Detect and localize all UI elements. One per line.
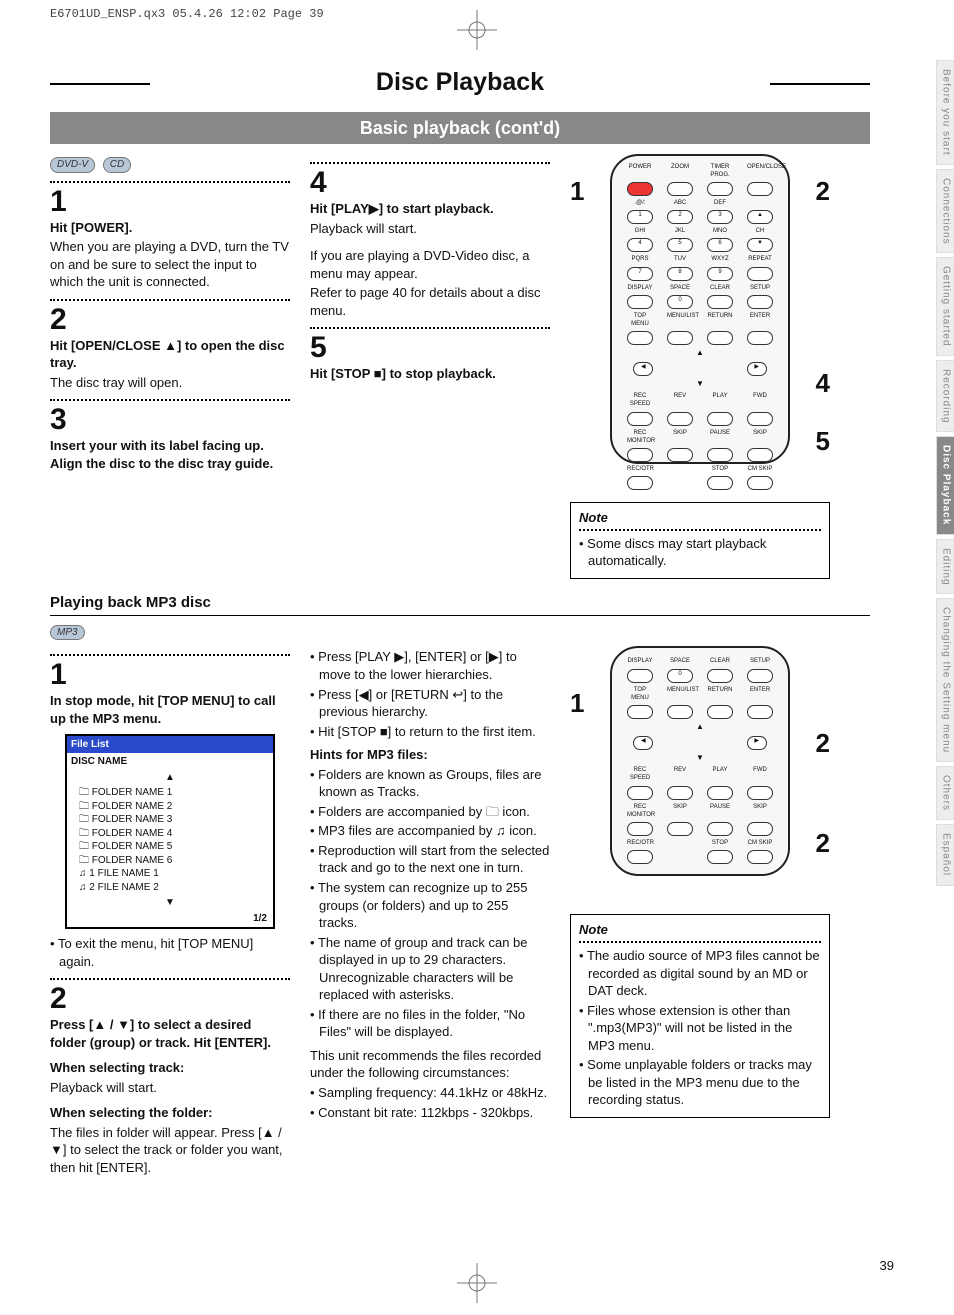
hint-item: Hit [STOP ■] to return to the first item…	[310, 723, 550, 741]
hint-item: If there are no files in the folder, "No…	[310, 1006, 550, 1041]
note-2-item: Some unplayable folders or tracks may be…	[579, 1056, 821, 1109]
step-4-head: Hit [PLAY▶] to start playback.	[310, 200, 550, 218]
step-4-p3: Refer to page 40 for details about a dis…	[310, 284, 550, 319]
hint-item: The name of group and track can be displ…	[310, 934, 550, 1004]
folder-head: When selecting the folder:	[50, 1104, 290, 1122]
column-2: 4 Hit [PLAY▶] to start playback. Playbac…	[310, 154, 550, 579]
step-5-num: 5	[310, 333, 550, 363]
note-2: Note The audio source of MP3 files canno…	[570, 914, 830, 1117]
crop-mark-top	[457, 10, 497, 50]
step-1-num: 1	[50, 187, 290, 217]
hint-item: Press [PLAY ▶], [ENTER] or [▶] to move t…	[310, 648, 550, 683]
mp3-step-1-num: 1	[50, 660, 290, 690]
tab-getting-started: Getting started	[936, 257, 954, 356]
callout-5: 5	[816, 424, 830, 459]
hint-item: Folders are accompanied by 🗀 icon.	[310, 803, 550, 821]
rec-item: Sampling frequency: 44.1kHz or 48kHz.	[310, 1084, 550, 1102]
mp3-step-2-num: 2	[50, 984, 290, 1014]
note-2-item: Files whose extension is other than ".mp…	[579, 1002, 821, 1055]
track-head: When selecting track:	[50, 1059, 290, 1077]
tab-recording: Recording	[936, 360, 954, 433]
mp3-col-2: Press [PLAY ▶], [ENTER] or [▶] to move t…	[310, 646, 550, 1176]
step-2-body: The disc tray will open.	[50, 374, 290, 392]
column-1: DVD-V CD 1 Hit [POWER]. When you are pla…	[50, 154, 290, 579]
note-2-label: Note	[579, 921, 821, 939]
hint-item: Folders are known as Groups, files are k…	[310, 766, 550, 801]
cd-badge: CD	[103, 157, 131, 173]
note-1-label: Note	[579, 509, 821, 527]
hint-item: Press [◀] or [RETURN ↩] to the previous …	[310, 686, 550, 721]
callout2-2a: 2	[816, 726, 830, 761]
mp3-col-1: 1 In stop mode, hit [TOP MENU] to call u…	[50, 646, 290, 1176]
tab-before-you-start: Before you start	[936, 60, 954, 165]
step-2-head: Hit [OPEN/CLOSE ▲] to open the disc tray…	[50, 337, 290, 372]
crop-mark-bottom	[457, 1263, 497, 1303]
tab-others: Others	[936, 766, 954, 820]
folder-row: 🗀 FOLDER NAME 3	[79, 813, 261, 827]
callout-4: 4	[816, 366, 830, 401]
file-list: File List DISC NAME ▲ 🗀 FOLDER NAME 1 🗀 …	[65, 734, 275, 930]
step-1-head: Hit [POWER].	[50, 219, 290, 237]
section-header: Basic playback (cont'd)	[50, 112, 870, 144]
rec-intro: This unit recommends the files recorded …	[310, 1047, 550, 1082]
callout2-2b: 2	[816, 826, 830, 861]
tab-espanol: Español	[936, 824, 954, 885]
step-3-head: Insert your with its label facing up. Al…	[50, 437, 290, 472]
callout-1: 1	[570, 174, 584, 209]
note-2-item: The audio source of MP3 files cannot be …	[579, 947, 821, 1000]
remote-diagram-2: 1 2 2 DISPLAYSPACECLEARSETUP 0 TOP MENUM…	[570, 646, 830, 906]
folder-row: 🗀 FOLDER NAME 4	[79, 827, 261, 841]
rec-item: Constant bit rate: 112kbps - 320kbps.	[310, 1104, 550, 1122]
step-4-p1: Playback will start.	[310, 220, 550, 238]
folder-row: 🗀 FOLDER NAME 2	[79, 800, 261, 814]
step-1-body: When you are playing a DVD, turn the TV …	[50, 238, 290, 291]
folder-body: The files in folder will appear. Press […	[50, 1124, 290, 1177]
step-2-num: 2	[50, 305, 290, 335]
tab-editing: Editing	[936, 539, 954, 595]
mp3-step-2-head: Press [▲ / ▼] to select a desired folder…	[50, 1016, 290, 1051]
callout-2: 2	[816, 174, 830, 209]
step-4-num: 4	[310, 168, 550, 198]
mp3-subhead: Playing back MP3 disc	[50, 593, 870, 616]
exit-menu-note: To exit the menu, hit [TOP MENU] again.	[50, 935, 290, 970]
hint-item: MP3 files are accompanied by ♫ icon.	[310, 822, 550, 840]
page-title: Disc Playback	[50, 60, 870, 106]
step-5-head: Hit [STOP ■] to stop playback.	[310, 365, 550, 383]
file-list-title: File List	[67, 736, 273, 754]
mp3-col-3: 1 2 2 DISPLAYSPACECLEARSETUP 0 TOP MENUM…	[570, 646, 830, 1176]
column-3: 1 2 4 5 POWERZOOMTIMER PROG.OPEN/CLOSE .…	[570, 154, 830, 579]
hints-head: Hints for MP3 files:	[310, 746, 550, 764]
file-row: ♫ 1 FILE NAME 1	[79, 867, 261, 881]
file-list-disc: DISC NAME	[67, 753, 273, 771]
callout2-1: 1	[570, 686, 584, 721]
remote-diagram: 1 2 4 5 POWERZOOMTIMER PROG.OPEN/CLOSE .…	[570, 154, 830, 494]
side-tabs: Before you start Connections Getting sta…	[936, 60, 954, 890]
step-3-num: 3	[50, 405, 290, 435]
track-body: Playback will start.	[50, 1079, 290, 1097]
step-4-p2: If you are playing a DVD-Video disc, a m…	[310, 247, 550, 282]
tab-disc-playback: Disc Playback	[936, 436, 954, 534]
folder-row: 🗀 FOLDER NAME 5	[79, 840, 261, 854]
page-number: 39	[880, 1257, 894, 1275]
dvd-badge: DVD-V	[50, 157, 95, 173]
hint-item: The system can recognize up to 255 group…	[310, 879, 550, 932]
print-meta: E6701UD_ENSP.qx3 05.4.26 12:02 Page 39	[50, 6, 324, 22]
mp3-step-1-head: In stop mode, hit [TOP MENU] to call up …	[50, 692, 290, 727]
page-title-text: Disc Playback	[376, 68, 544, 96]
file-row: ♫ 2 FILE NAME 2	[79, 881, 261, 895]
tab-connections: Connections	[936, 169, 954, 254]
file-list-pager: 1/2	[67, 910, 273, 928]
folder-row: 🗀 FOLDER NAME 1	[79, 786, 261, 800]
tab-changing-setting: Changing the Setting menu	[936, 598, 954, 762]
hint-item: Reproduction will start from the selecte…	[310, 842, 550, 877]
folder-row: 🗀 FOLDER NAME 6	[79, 854, 261, 868]
note-1-item: Some discs may start playback automatica…	[579, 535, 821, 570]
mp3-badge: MP3	[50, 625, 85, 641]
note-1: Note Some discs may start playback autom…	[570, 502, 830, 579]
